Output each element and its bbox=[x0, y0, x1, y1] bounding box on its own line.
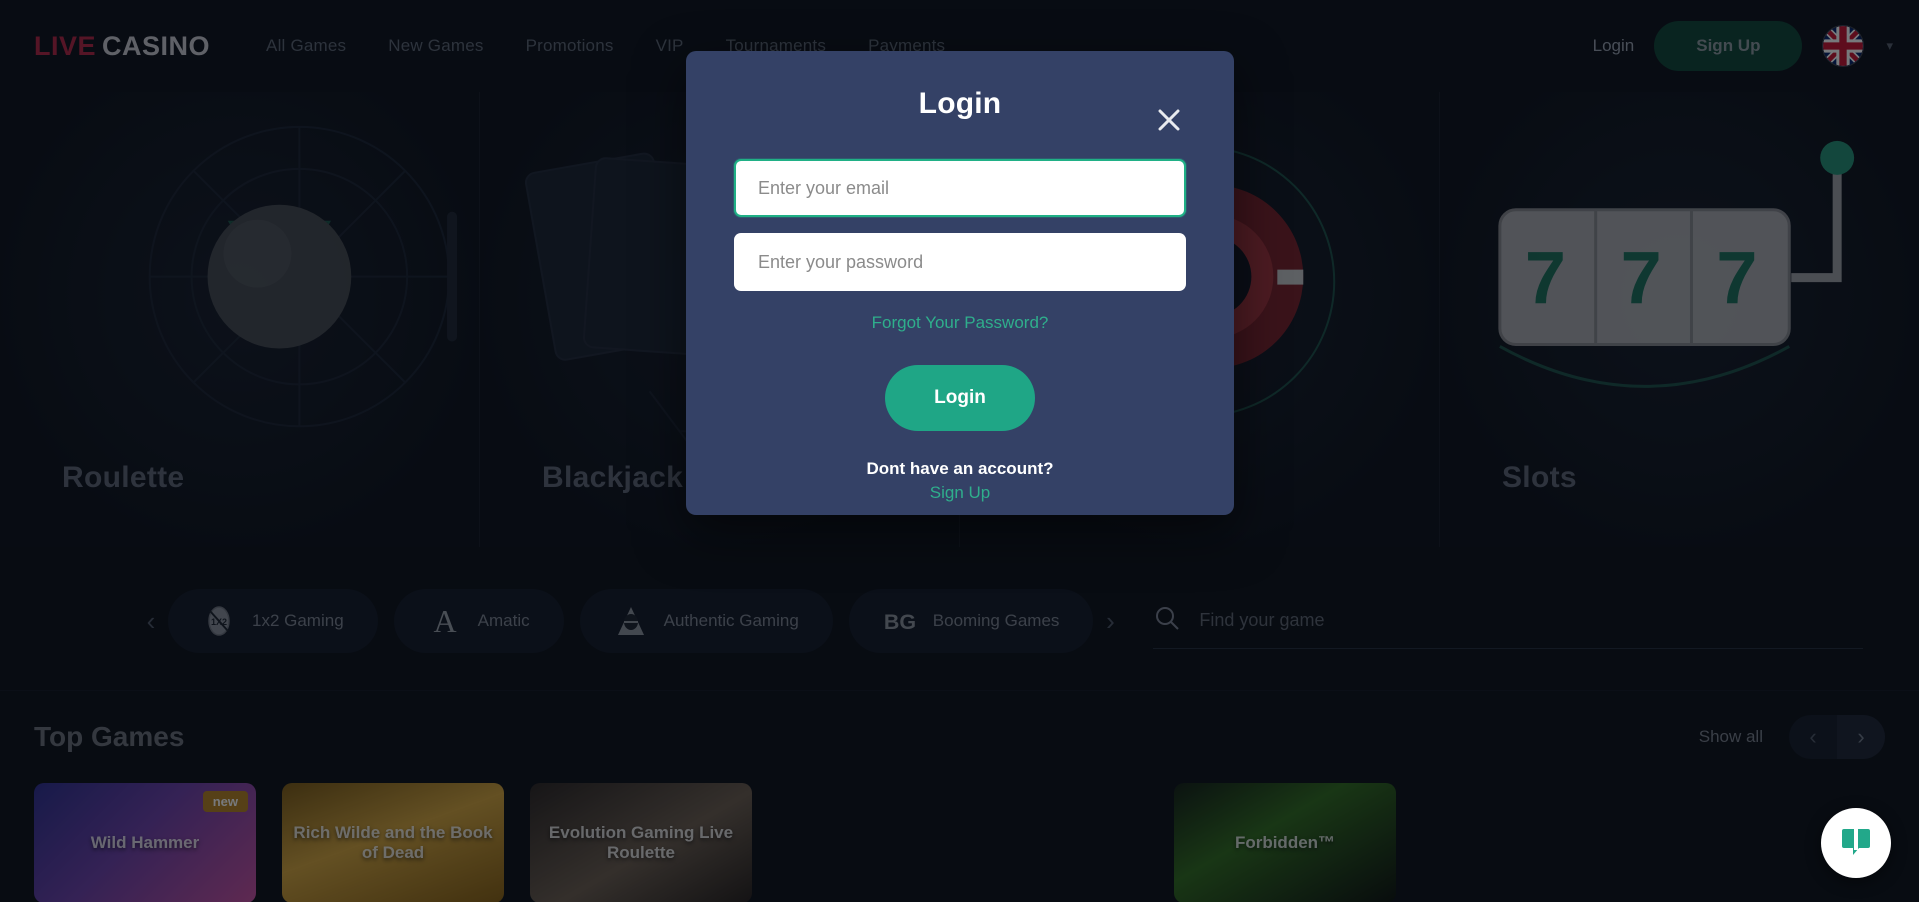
close-icon[interactable] bbox=[1152, 103, 1186, 137]
forgot-password-link[interactable]: Forgot Your Password? bbox=[734, 313, 1186, 333]
login-form: Forgot Your Password? Login Dont have an… bbox=[686, 159, 1234, 503]
modal-signup-link[interactable]: Sign Up bbox=[930, 483, 990, 503]
live-chat-button[interactable] bbox=[1821, 808, 1891, 878]
login-submit-button[interactable]: Login bbox=[885, 365, 1035, 431]
page-root: LIVECASINO All Games New Games Promotion… bbox=[0, 0, 1919, 902]
chat-bubble-icon bbox=[1839, 825, 1873, 862]
email-field[interactable] bbox=[734, 159, 1186, 217]
password-field[interactable] bbox=[734, 233, 1186, 291]
login-modal: Login Forgot Your Password? Login Dont h… bbox=[686, 51, 1234, 515]
signup-question: Dont have an account? bbox=[866, 459, 1054, 478]
signup-prompt: Dont have an account? Sign Up bbox=[734, 459, 1186, 503]
